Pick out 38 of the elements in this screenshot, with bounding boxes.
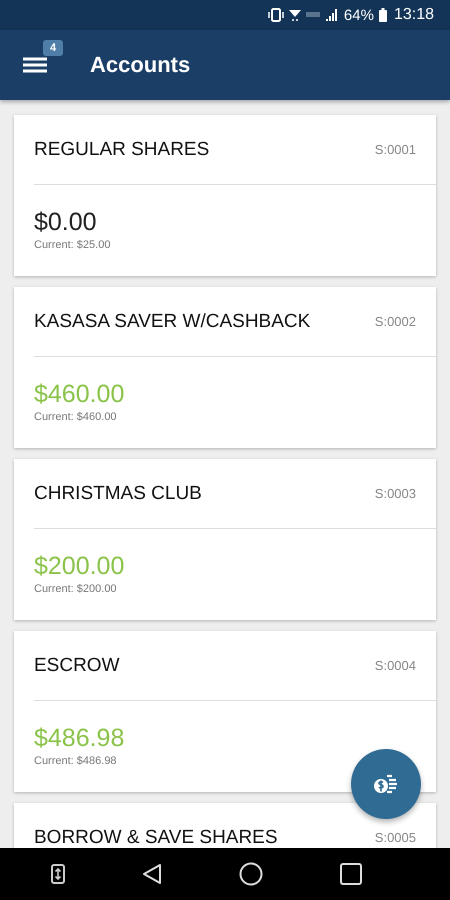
account-number: S:0001 xyxy=(374,142,416,157)
recents-icon[interactable] xyxy=(340,863,362,885)
account-balance: $486.98 xyxy=(34,723,126,753)
back-icon[interactable] xyxy=(142,863,162,885)
clock: 13:18 xyxy=(394,6,434,24)
menu-icon xyxy=(23,56,47,74)
dual-window-icon[interactable] xyxy=(50,864,64,884)
account-number: S:0003 xyxy=(374,486,416,501)
account-name: BORROW & SAVE SHARES xyxy=(34,826,278,848)
vibrate-icon xyxy=(268,8,284,22)
account-name: ESCROW xyxy=(34,654,120,676)
screen-title: Accounts xyxy=(90,52,190,78)
coins-icon xyxy=(373,773,399,795)
account-balance: $200.00 xyxy=(34,551,126,581)
home-icon[interactable] xyxy=(238,862,262,886)
account-number: S:0005 xyxy=(374,830,416,845)
battery-percent: 64% xyxy=(344,6,374,24)
battery-icon xyxy=(378,8,387,22)
current-balance: Current: $25.00 xyxy=(34,239,112,251)
account-card[interactable]: CHRISTMAS CLUB S:0003 $200.00 Current: $200.00 xyxy=(14,459,436,620)
signal-icon xyxy=(324,8,339,22)
account-number: S:0002 xyxy=(374,314,416,329)
current-balance: Current: $200.00 xyxy=(34,583,118,595)
account-name: CHRISTMAS CLUB xyxy=(34,482,202,504)
account-balance: $0.00 xyxy=(34,207,98,237)
account-card[interactable]: KASASA SAVER W/CASHBACK S:0002 $460.00 Current: $460.00 xyxy=(14,287,436,448)
current-balance: Current: $486.98 xyxy=(34,755,118,767)
wifi-icon xyxy=(288,8,301,22)
account-balance: $460.00 xyxy=(34,379,126,409)
menu-button[interactable] xyxy=(23,56,47,74)
account-card[interactable]: REGULAR SHARES S:0001 $0.00 Current: $25.00 xyxy=(14,115,436,276)
account-card[interactable]: ESCROW S:0004 $486.98 Current: $486.98 xyxy=(14,631,436,792)
account-name: KASASA SAVER W/CASHBACK xyxy=(34,310,310,332)
current-balance: Current: $460.00 xyxy=(34,411,118,423)
account-number: S:0004 xyxy=(374,658,416,673)
notification-badge: 4 xyxy=(43,40,64,56)
account-card[interactable]: BORROW & SAVE SHARES S:0005 xyxy=(14,803,436,848)
account-name: REGULAR SHARES xyxy=(34,138,210,160)
